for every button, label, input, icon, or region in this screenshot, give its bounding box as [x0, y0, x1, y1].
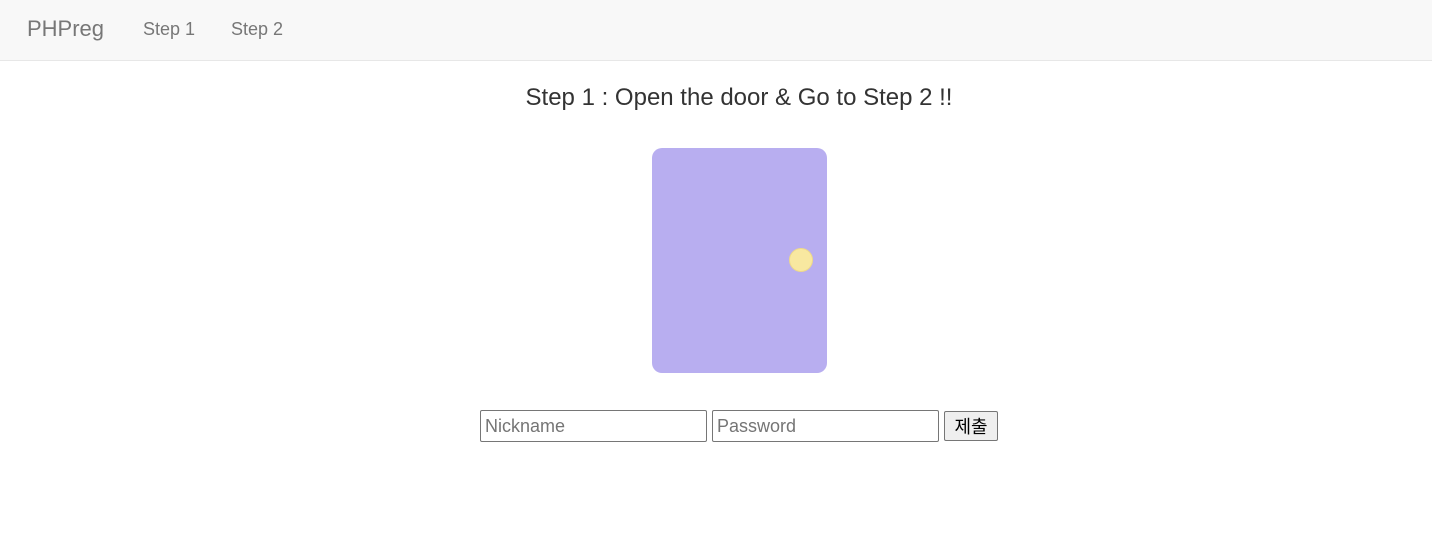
nav-link-step-1[interactable]: Step 1: [143, 19, 195, 39]
page-title: Step 1 : Open the door & Go to Step 2 !!: [525, 84, 953, 111]
nav-link-step-2[interactable]: Step 2: [231, 19, 283, 39]
password-input[interactable]: [712, 410, 939, 442]
door-knob[interactable]: [789, 248, 813, 272]
submit-button[interactable]: 제출: [944, 411, 998, 441]
brand-link[interactable]: PHPreg: [27, 16, 104, 42]
nickname-input[interactable]: [480, 410, 707, 442]
navbar: PHPreg Step 1 Step 2: [0, 0, 1432, 61]
